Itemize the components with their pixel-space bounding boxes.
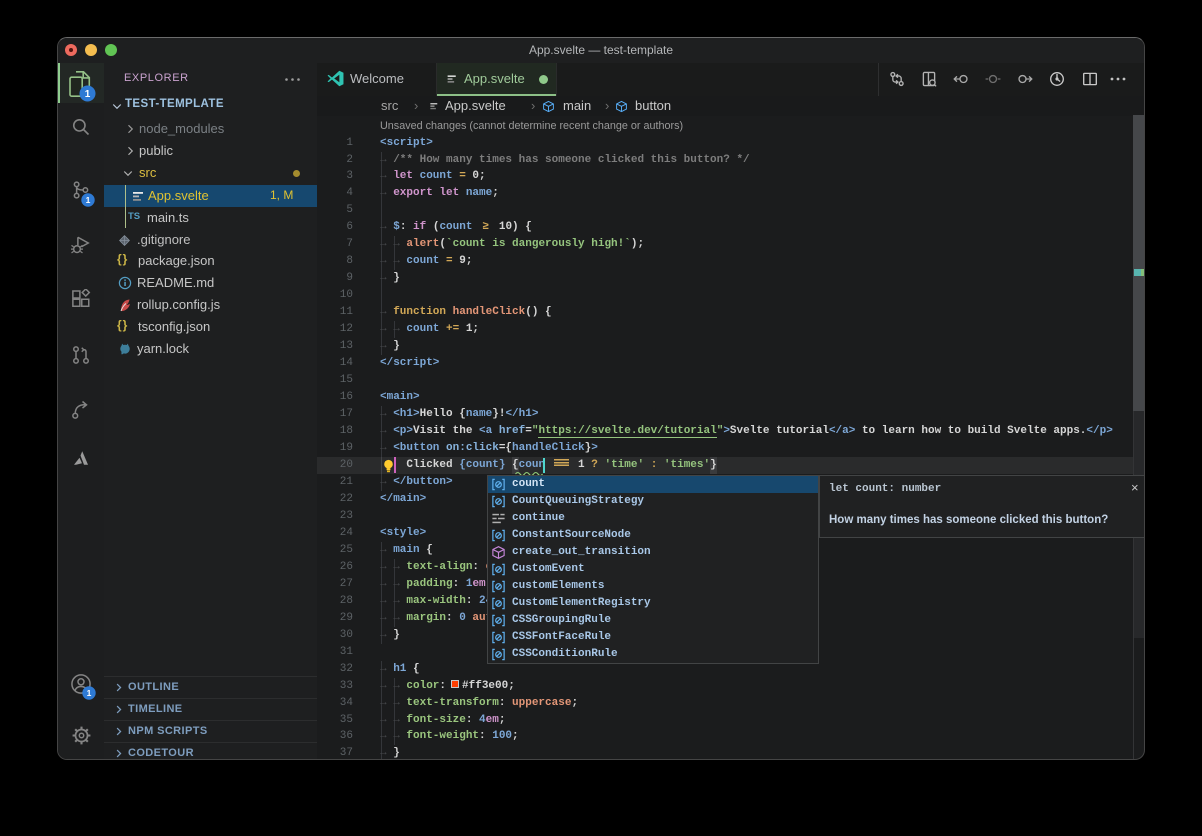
- svg-text:1: 1: [87, 688, 92, 698]
- svg-text:1: 1: [86, 195, 91, 205]
- svg-text:1: 1: [85, 89, 91, 100]
